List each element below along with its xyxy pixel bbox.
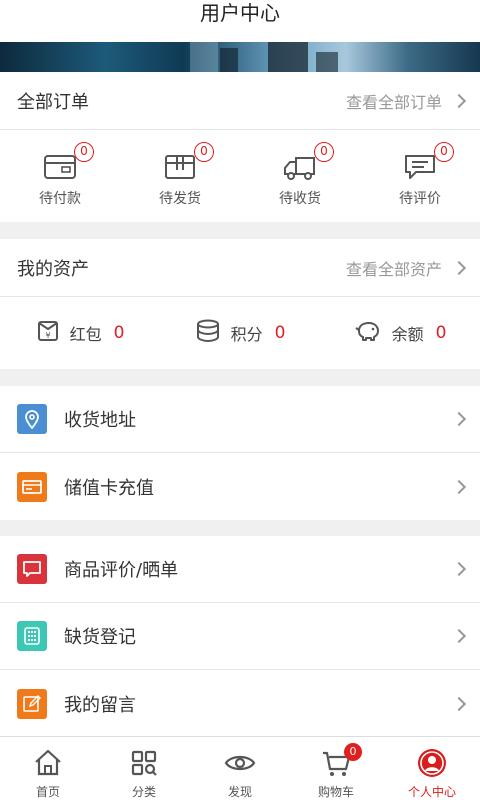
menu-label: 商品评价/晒单	[64, 560, 179, 581]
grid-keypad-icon	[17, 621, 47, 651]
eye-icon	[224, 747, 256, 779]
tab-discover[interactable]: 发现	[192, 737, 288, 800]
package-icon: 0	[162, 142, 214, 182]
menu-label: 收货地址	[64, 410, 136, 431]
order-label: 待收货	[279, 191, 321, 207]
user-icon	[416, 747, 448, 779]
bottom-tab-bar: 首页 分类 发现 0 购物车 个人中心	[0, 736, 480, 800]
tab-home[interactable]: 首页	[0, 737, 96, 800]
page-title: 用户中心	[0, 0, 480, 42]
coins-icon	[195, 319, 221, 347]
order-label: 待发货	[159, 191, 201, 207]
orders-title: 全部订单	[17, 91, 89, 113]
edit-note-icon	[17, 688, 47, 719]
order-pending-payment[interactable]: 0 待付款	[0, 130, 120, 222]
order-label: 待付款	[39, 191, 81, 207]
tab-label: 首页	[35, 785, 60, 799]
order-count-badge: 0	[434, 142, 454, 162]
tab-label: 分类	[131, 785, 156, 799]
header-banner-image	[0, 42, 480, 72]
menu-my-messages[interactable]: 我的留言	[0, 670, 480, 737]
category-icon	[128, 747, 160, 779]
chevron-right-icon	[451, 696, 467, 711]
menu-label: 储值卡充值	[64, 477, 154, 499]
assets-header[interactable]: 我的资产 查看全部资产	[0, 239, 480, 297]
comment-icon: 0	[402, 142, 454, 182]
menu-label: 我的留言	[64, 694, 136, 716]
tab-category[interactable]: 分类	[96, 737, 192, 800]
chevron-right-icon	[451, 479, 467, 494]
home-icon	[32, 747, 64, 779]
menu-group-2: 商品评价/晒单 缺货登记 我的留言	[0, 536, 480, 736]
chevron-right-icon	[451, 260, 467, 275]
order-count-badge: 0	[314, 142, 334, 162]
orders-header[interactable]: 全部订单 查看全部订单	[0, 72, 480, 130]
order-count-badge: 0	[194, 142, 214, 162]
cart-count-badge: 0	[344, 743, 362, 761]
menu-label: 缺货登记	[64, 627, 136, 648]
tab-label: 购物车	[317, 785, 354, 799]
chevron-right-icon	[451, 561, 467, 577]
menu-group-1: 收货地址 储值卡充值	[0, 386, 480, 520]
asset-label: 积分	[230, 325, 263, 344]
asset-label: 余额	[391, 325, 424, 344]
asset-label: 红包	[69, 325, 102, 344]
tab-profile[interactable]: 个人中心	[384, 737, 480, 800]
order-pending-shipment[interactable]: 0 待发货	[120, 130, 240, 222]
asset-points[interactable]: 积分 0	[160, 319, 320, 347]
tab-label: 发现	[227, 785, 252, 799]
asset-value: 0	[435, 323, 447, 343]
card-icon	[17, 471, 47, 502]
order-pending-receipt[interactable]: 0 待收货	[240, 130, 360, 222]
red-envelope-icon: ¥	[36, 319, 60, 347]
menu-product-review[interactable]: 商品评价/晒单	[0, 536, 480, 603]
assets-title: 我的资产	[17, 258, 89, 280]
chevron-right-icon	[451, 628, 467, 644]
location-pin-icon	[17, 404, 47, 434]
order-label: 待评价	[399, 191, 441, 207]
asset-balance[interactable]: 余额 0	[320, 319, 480, 347]
assets-section: 我的资产 查看全部资产 ¥ 红包 0 积分 0 余额 0	[0, 239, 480, 369]
chevron-right-icon	[451, 411, 467, 427]
chevron-right-icon	[451, 93, 467, 108]
truck-icon: 0	[282, 142, 334, 182]
svg-text:¥: ¥	[45, 331, 50, 340]
piggy-bank-icon	[354, 319, 382, 347]
asset-red-envelope[interactable]: ¥ 红包 0	[0, 319, 160, 347]
asset-value: 0	[274, 323, 286, 343]
asset-value: 0	[113, 323, 125, 343]
tab-label: 个人中心	[407, 785, 456, 799]
cart-icon: 0	[320, 743, 362, 779]
header: 用户中心	[0, 0, 480, 72]
menu-shipping-address[interactable]: 收货地址	[0, 386, 480, 453]
order-pending-review[interactable]: 0 待评价	[360, 130, 480, 222]
orders-section: 全部订单 查看全部订单 0 待付款 0 待发货 0 待收货 0 待评价	[0, 72, 480, 222]
menu-stored-value-card[interactable]: 储值卡充值	[0, 453, 480, 520]
view-all-assets-link[interactable]: 查看全部资产	[346, 256, 467, 280]
order-count-badge: 0	[74, 142, 94, 162]
message-icon	[17, 554, 47, 584]
menu-out-of-stock-register[interactable]: 缺货登记	[0, 603, 480, 670]
wallet-icon: 0	[42, 142, 94, 182]
tab-cart[interactable]: 0 购物车	[288, 737, 384, 800]
view-all-orders-link[interactable]: 查看全部订单	[346, 89, 467, 113]
